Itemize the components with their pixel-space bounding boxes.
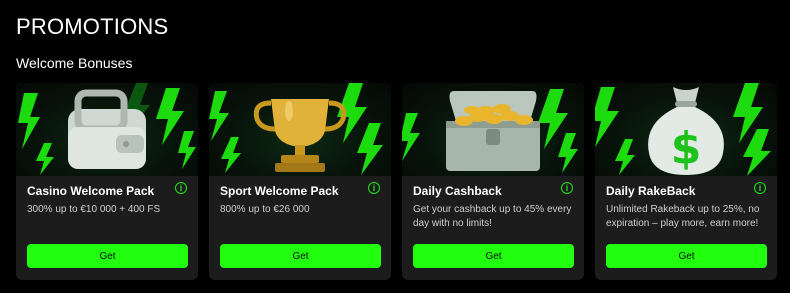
card-image (209, 83, 391, 176)
treasure-chest-icon (402, 89, 578, 173)
promo-cards: Casino Welcome Pack i 300% up to €10 000… (16, 83, 777, 280)
info-icon[interactable]: i (754, 182, 766, 194)
card-image (16, 83, 198, 176)
section-title: Welcome Bonuses (16, 55, 133, 71)
get-button[interactable]: Get (220, 244, 381, 268)
get-button[interactable]: Get (27, 244, 188, 268)
promo-card-cashback: Daily Cashback i Get your cashback up to… (402, 83, 584, 280)
promo-card-sport: Sport Welcome Pack i 800% up to €26 000 … (209, 83, 391, 280)
card-title: Casino Welcome Pack (27, 184, 155, 198)
money-bag-icon: $ (595, 83, 771, 176)
promo-card-casino: Casino Welcome Pack i 300% up to €10 000… (16, 83, 198, 280)
page-title: PROMOTIONS (16, 14, 169, 39)
wallet-icon (18, 83, 196, 175)
promo-card-rakeback: $ Daily RakeBack i Unlimited Rakeback up… (595, 83, 777, 280)
card-description: 800% up to €26 000 (220, 204, 310, 215)
card-description: Unlimited Rakeback up to 25%, no expirat… (606, 204, 760, 229)
card-description: Get your cashback up to 45% every day wi… (413, 204, 572, 229)
trophy-icon (209, 83, 383, 175)
info-icon[interactable]: i (561, 182, 573, 194)
get-button[interactable]: Get (606, 244, 767, 268)
info-icon[interactable]: i (368, 182, 380, 194)
card-description: 300% up to €10 000 + 400 FS (27, 204, 161, 215)
get-button[interactable]: Get (413, 244, 574, 268)
card-image (402, 83, 584, 176)
card-image: $ (595, 83, 777, 176)
info-icon[interactable]: i (175, 182, 187, 194)
svg-text:$: $ (671, 123, 702, 174)
card-title: Sport Welcome Pack (220, 184, 339, 198)
card-title: Daily Cashback (413, 184, 502, 198)
card-title: Daily RakeBack (606, 184, 696, 198)
